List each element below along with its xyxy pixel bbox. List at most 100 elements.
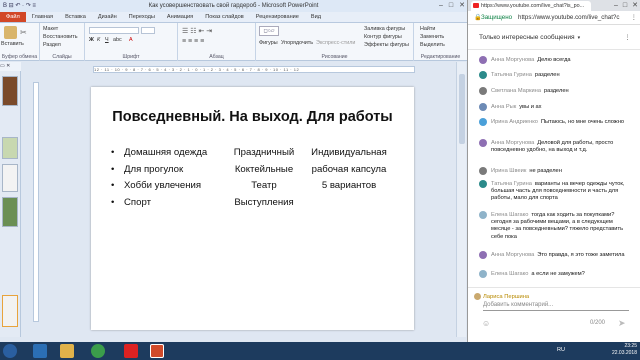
message-text: разделен xyxy=(543,88,569,94)
message-text: Делю всегда xyxy=(537,57,571,63)
font-color-button[interactable]: A xyxy=(129,37,133,43)
slide-title[interactable]: Повседневный. На выход. Для работы xyxy=(91,109,414,125)
close-icon[interactable]: ✕ xyxy=(459,1,465,11)
tab-home[interactable]: Главная xyxy=(26,12,59,22)
font-family-select[interactable] xyxy=(89,27,139,34)
replace-button[interactable]: Заменить xyxy=(420,34,444,40)
tab-insert[interactable]: Вставка xyxy=(59,12,92,22)
tab-animations[interactable]: Анимация xyxy=(161,12,199,22)
slide-canvas[interactable]: Повседневный. На выход. Для работы Домаш… xyxy=(91,87,414,330)
minimize-icon[interactable]: – xyxy=(614,0,618,11)
emoji-icon[interactable]: ☺ xyxy=(482,319,490,328)
shape-fill-button[interactable]: Заливка фигуры xyxy=(364,26,405,32)
paste-icon[interactable] xyxy=(4,26,17,39)
italic-button[interactable]: К xyxy=(97,37,100,43)
taskbar: RU 23:25 22.03.2018 xyxy=(0,342,640,360)
text-line: Коктейльные xyxy=(234,163,294,175)
group-clipboard: Вставить ✂ Буфер обмена xyxy=(0,23,40,61)
reset-button[interactable]: Восстановить xyxy=(43,34,78,40)
group-paragraph: ☰ ☷ ⇤ ⇥ ≡ ≡ ≡ ≡ Абзац xyxy=(178,23,256,61)
more-vert-icon[interactable]: ⋮ xyxy=(624,26,631,50)
bullets-icon[interactable]: ☰ ☷ ⇤ ⇥ xyxy=(182,27,212,35)
ppt-titlebar: В ⊟ ↶ · ↷ ≡ Как усовершенствовать свой г… xyxy=(0,0,467,12)
section-button[interactable]: Раздел xyxy=(43,42,61,48)
text-line: рабочая капсула xyxy=(311,163,387,175)
tab-transitions[interactable]: Переходы xyxy=(123,12,161,22)
close-icon[interactable]: ✕ xyxy=(632,0,638,11)
slide-thumbnail[interactable] xyxy=(2,137,18,159)
tab-review[interactable]: Рецензирование xyxy=(250,12,305,22)
window-controls: – □ ✕ xyxy=(614,0,638,11)
scrollbar-thumb[interactable] xyxy=(459,74,465,144)
shapes-button[interactable]: Фигуры xyxy=(259,40,278,46)
arrange-button[interactable]: Упорядочить xyxy=(281,40,313,46)
chevron-down-icon[interactable]: ▾ xyxy=(578,35,581,41)
slide-thumbnail[interactable] xyxy=(2,76,18,106)
bold-button[interactable]: Ж xyxy=(89,37,94,43)
tab-design[interactable]: Дизайн xyxy=(92,12,123,22)
start-button[interactable] xyxy=(3,344,17,358)
text-column-3[interactable]: Индивидуальная рабочая капсула 5 вариант… xyxy=(299,145,399,195)
message-text: не разделен xyxy=(529,168,562,174)
chat-message: Татьяна Гурина варианты на вечер одежды ч… xyxy=(468,179,640,209)
text-line: Праздничный xyxy=(233,147,295,158)
paste-button[interactable]: Вставить xyxy=(1,41,24,47)
ie-icon[interactable] xyxy=(33,344,47,358)
tab-file[interactable]: Файл xyxy=(0,12,26,22)
align-icons[interactable]: ≡ ≡ ≡ ≡ xyxy=(182,38,204,45)
bullet-list[interactable]: Домашняя одежда Для прогулок Хобби увлеч… xyxy=(111,145,221,211)
maximize-icon[interactable]: □ xyxy=(449,1,453,11)
quick-styles-button[interactable]: Экспресс-стили xyxy=(316,40,355,46)
vertical-scrollbar[interactable] xyxy=(456,62,466,337)
avatar xyxy=(479,71,487,79)
maximize-icon[interactable]: □ xyxy=(623,0,627,11)
send-icon[interactable]: ➤ xyxy=(618,318,626,329)
cut-icon[interactable]: ✂ xyxy=(20,28,27,37)
url-text[interactable]: https://www.youtube.com/live_chat?c xyxy=(518,11,619,25)
shape-outline-button[interactable]: Контур фигуры xyxy=(364,34,402,40)
find-button[interactable]: Найти xyxy=(420,26,435,32)
underline-button[interactable]: Ч xyxy=(105,37,109,43)
minimize-icon[interactable]: – xyxy=(439,1,443,11)
group-label: Слайды xyxy=(52,54,72,60)
yandex-icon[interactable] xyxy=(124,344,138,358)
chat-message: Ирина Швеик не разделен xyxy=(468,166,640,176)
avatar xyxy=(479,103,487,111)
group-label: Буфер обмена xyxy=(1,54,38,60)
slides-tab[interactable]: ▭ ✕ xyxy=(0,62,21,71)
slide-thumbnail-current[interactable] xyxy=(2,295,18,327)
chrome-icon[interactable] xyxy=(91,344,105,358)
youtube-icon xyxy=(473,3,479,8)
more-icon[interactable]: ⋮ xyxy=(631,11,637,25)
language-indicator[interactable]: RU xyxy=(557,347,565,353)
select-button[interactable]: Выделить xyxy=(420,42,445,48)
slide-thumbnail[interactable] xyxy=(2,197,18,227)
layout-button[interactable]: Макет xyxy=(43,26,58,32)
tab-view[interactable]: Вид xyxy=(305,12,327,22)
explorer-icon[interactable] xyxy=(60,344,74,358)
window-title: Как усовершенствовать свой гардероб - Mi… xyxy=(148,3,319,9)
chat-messages[interactable]: Анна Моргунова Делю всегда Татьяна Гурина… xyxy=(468,52,640,286)
group-editing: Найти Заменить Выделить Редактирование xyxy=(414,23,467,61)
clock[interactable]: 23:25 22.03.2018 xyxy=(612,343,637,356)
bullet-item: Спорт xyxy=(111,195,221,212)
slide-thumbnail[interactable] xyxy=(2,164,18,192)
message-text: а если не замужем? xyxy=(531,271,585,277)
bullet-item: Хобби увлечения xyxy=(111,178,221,195)
text-column-2[interactable]: Праздничный Коктейльные Театр Выступлени… xyxy=(219,145,309,211)
browser-tab[interactable]: https://www.youtube.com/live_chat?is_po.… xyxy=(471,1,591,11)
font-size-select[interactable] xyxy=(141,27,155,34)
shape-effects-button[interactable]: Эффекты фигуры xyxy=(364,42,409,48)
chat-message: Татьяна Гурина разделен xyxy=(468,70,640,80)
powerpoint-icon[interactable] xyxy=(150,344,164,358)
avatar xyxy=(479,270,487,278)
author-name: Елена Шагако xyxy=(491,212,529,218)
avatar xyxy=(479,56,487,64)
strike-button[interactable]: abc xyxy=(113,37,122,43)
address-bar[interactable]: 🔒 Защищено https://www.youtube.com/live_… xyxy=(468,11,640,25)
comment-input[interactable]: Добавить комментарий... xyxy=(483,302,629,311)
vertical-ruler xyxy=(33,82,39,322)
tab-slideshow[interactable]: Показ слайдов xyxy=(199,12,250,22)
chat-mode-dropdown[interactable]: Только интересные сообщения xyxy=(479,34,575,41)
shapes-gallery[interactable]: ◻○▱ xyxy=(259,26,279,36)
